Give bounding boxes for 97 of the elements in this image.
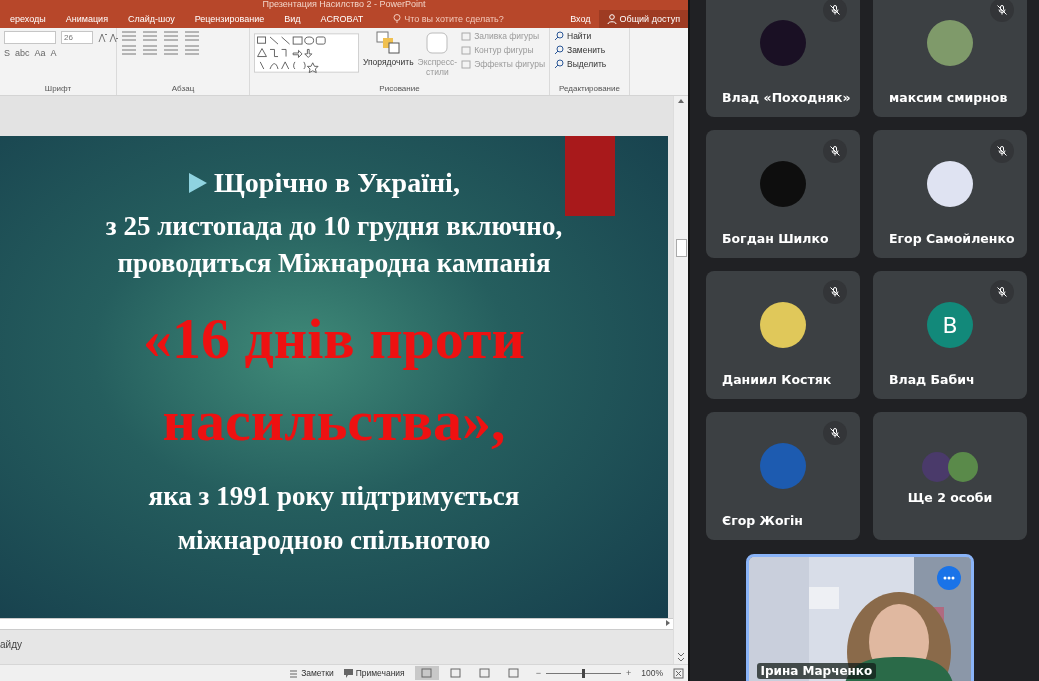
font-format-button[interactable]: Aa xyxy=(34,48,46,58)
participant-tile[interactable]: B Влад Бабич xyxy=(873,271,1027,399)
slide-highlight: «16 днів проти xyxy=(143,305,525,373)
font-format-button[interactable]: abc xyxy=(15,48,30,58)
editing-button[interactable]: Найти xyxy=(554,31,607,41)
avatar: B xyxy=(927,302,973,348)
horizontal-scrollbar[interactable] xyxy=(0,618,673,631)
shape-icon xyxy=(461,59,472,69)
ribbon-tab[interactable]: Вид xyxy=(274,10,311,28)
comment-icon xyxy=(343,668,353,678)
others-tile[interactable]: Ще 2 особи xyxy=(873,412,1027,540)
self-name: Ірина Марченко xyxy=(756,663,877,679)
zoom-in-button[interactable]: + xyxy=(626,668,632,678)
group-label: Абзац xyxy=(170,84,196,95)
slide-highlight: насильства», xyxy=(162,387,506,455)
mic-off-icon xyxy=(996,4,1008,16)
participant-name: Єгор Жогін xyxy=(722,513,803,528)
participant-tile[interactable]: Даниил Костяк xyxy=(706,271,860,399)
participant-name: максим смирнов xyxy=(889,90,1008,105)
slide-text: яка з 1991 року підтримується xyxy=(148,480,520,513)
align-left-icon[interactable] xyxy=(121,45,137,55)
group-label: Редактирование xyxy=(558,84,621,95)
search-icon xyxy=(554,59,564,69)
align-right-icon[interactable] xyxy=(163,45,179,55)
tell-me-field[interactable]: Что вы хотите сделать? xyxy=(393,14,504,24)
view-icon xyxy=(508,668,520,678)
participant-name: Влад «Походняк» xyxy=(722,90,851,105)
font-name-field[interactable] xyxy=(4,31,56,44)
next-slide-icon[interactable] xyxy=(677,652,685,662)
shape-icon xyxy=(461,45,472,55)
mic-off-icon xyxy=(996,145,1008,157)
participant-name: Влад Бабич xyxy=(889,372,975,387)
styles-icon xyxy=(425,31,450,55)
shape-icon xyxy=(461,31,472,41)
participant-tile[interactable]: максим смирнов xyxy=(873,0,1027,117)
mic-off-icon xyxy=(996,286,1008,298)
editing-button[interactable]: Заменить xyxy=(554,45,607,55)
group-label: Шрифт xyxy=(43,84,73,95)
view-button[interactable] xyxy=(414,666,439,680)
view-icon xyxy=(479,668,491,678)
person-icon xyxy=(606,14,617,24)
vertical-scrollbar[interactable] xyxy=(673,96,688,664)
ribbon-tab[interactable]: ереходы xyxy=(0,10,56,28)
participant-name: Егор Самойленко xyxy=(889,231,1015,246)
font-format-button[interactable]: A xyxy=(50,48,57,58)
font-size-field[interactable]: 26 xyxy=(61,31,93,44)
align-center-icon[interactable] xyxy=(142,45,158,55)
participant-tile[interactable]: Влад «Походняк» xyxy=(706,0,860,117)
group-label: Рисование xyxy=(378,84,421,95)
slide-text: проводиться Міжнародна кампанія xyxy=(117,247,551,280)
participant-name: Богдан Шилко xyxy=(722,231,829,246)
line-spacing-icon[interactable] xyxy=(184,31,200,41)
arrow-up-icon[interactable] xyxy=(677,98,685,104)
view-icon xyxy=(421,668,433,678)
more-icon xyxy=(942,576,955,580)
arrange-icon xyxy=(375,31,402,55)
participant-tile[interactable]: Егор Самойленко xyxy=(873,130,1027,258)
bullets-icon[interactable] xyxy=(121,31,137,41)
others-label: Ще 2 особи xyxy=(907,489,993,505)
indent-icon[interactable] xyxy=(163,31,179,41)
ribbon-tab[interactable]: Рецензирование xyxy=(184,10,275,28)
ribbon-tab[interactable]: Анимация xyxy=(55,10,118,28)
zoom-reading: 100% xyxy=(641,668,663,678)
triangle-bullet-icon xyxy=(188,172,209,194)
justify-icon[interactable] xyxy=(184,45,200,55)
participant-tile[interactable]: Богдан Шилко xyxy=(706,130,860,258)
ribbon-tab[interactable]: Слайд-шоу xyxy=(118,10,185,28)
fit-slide-icon[interactable] xyxy=(673,667,684,679)
notes-icon xyxy=(289,668,299,678)
sign-in-link[interactable]: Вход xyxy=(562,14,599,24)
ribbon-tab[interactable]: ACROBAT xyxy=(310,10,374,28)
window-title: Презентация Насилство 2 - PowerPoint xyxy=(262,0,426,10)
view-icon xyxy=(450,668,462,678)
mic-off-icon xyxy=(829,145,841,157)
mic-off-icon xyxy=(829,427,841,439)
zoom-out-button[interactable]: − xyxy=(535,668,541,678)
share-button[interactable]: Общий доступ xyxy=(598,10,688,28)
participant-tile[interactable]: Єгор Жогін xyxy=(706,412,860,540)
lightbulb-icon xyxy=(393,14,402,24)
comments-button[interactable]: Примечания xyxy=(343,668,405,678)
font-grow-icon[interactable] xyxy=(98,32,120,43)
slide-text: міжнародною спільнотою xyxy=(177,524,491,557)
shapes-gallery[interactable] xyxy=(254,31,359,75)
notes-button[interactable]: Заметки xyxy=(289,668,334,678)
editing-button[interactable]: Выделить xyxy=(554,59,607,69)
slide-text: з 25 листопада до 10 грудня включно, xyxy=(105,210,563,243)
font-format-button[interactable]: S xyxy=(4,48,10,58)
mic-off-icon xyxy=(829,286,841,298)
numbering-icon[interactable] xyxy=(142,31,158,41)
search-icon xyxy=(554,45,564,55)
slide-heading: Щорічно в Україні, xyxy=(214,166,460,200)
participant-name: Даниил Костяк xyxy=(722,372,832,387)
zoom-thumb[interactable] xyxy=(582,668,586,678)
scroll-thumb[interactable] xyxy=(675,239,687,257)
mic-off-icon xyxy=(829,4,841,16)
arrange-button[interactable]: Упорядочить xyxy=(363,31,414,84)
search-icon xyxy=(554,31,564,41)
